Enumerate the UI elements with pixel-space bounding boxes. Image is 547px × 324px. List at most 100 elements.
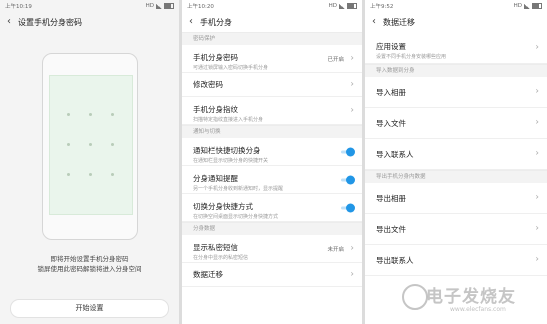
title-bar: ‹ 数据迁移 [365, 12, 547, 32]
hd-indicator: HD [145, 3, 154, 9]
row-export-album[interactable]: 导出相册 › [365, 183, 547, 214]
row-title: 导入文件 [376, 118, 406, 128]
row-title: 手机分身指纹 [193, 105, 238, 114]
hd-indicator: HD [328, 3, 337, 9]
watermark-logo [402, 284, 428, 310]
signal-icon [524, 3, 530, 9]
watermark-url: www.elecfans.com [450, 306, 506, 313]
row-private-sms[interactable]: 显示私密短信 在分身中显示的私密短信 未开启 › [182, 235, 362, 263]
status-icons: HD [514, 3, 542, 9]
chevron-right-icon: › [535, 42, 539, 52]
row-title: 导入联系人 [376, 149, 414, 159]
chevron-right-icon: › [535, 86, 539, 97]
row-import-files[interactable]: 导入文件 › [365, 108, 547, 139]
status-bar: 上午10:19 HD [0, 0, 179, 12]
chevron-right-icon: › [535, 148, 539, 159]
row-data-migration[interactable]: 数据迁移 › [182, 263, 362, 287]
row-subtitle: 可通过锁屏输入密码切换手机分身 [193, 65, 269, 71]
chevron-right-icon: › [535, 117, 539, 128]
pattern-dot [89, 173, 92, 176]
battery-icon [532, 3, 542, 9]
status-bar: 上午10:20 HD [182, 0, 362, 12]
row-title: 通知栏快捷切换分身 [193, 146, 261, 155]
page-title: 数据迁移 [383, 17, 415, 27]
row-import-contacts[interactable]: 导入联系人 › [365, 139, 547, 170]
battery-icon [164, 3, 174, 9]
row-title: 导出文件 [376, 224, 406, 234]
screen-data-migration: 上午9:52 HD ‹ 数据迁移 应用设置 设置不同手机分身安装哪些应用 › 导… [365, 0, 547, 324]
pattern-dot [67, 113, 70, 116]
status-time: 上午9:52 [370, 4, 394, 10]
section-header-import: 导入数据到分身 [365, 64, 547, 77]
pattern-dot [89, 113, 92, 116]
quick-switch-toggle[interactable] [339, 147, 355, 156]
screen-second-space: 上午10:20 HD ‹ 手机分身 密码保护 手机分身密码 可通过锁屏输入密码切… [182, 0, 362, 324]
row-subtitle: 在分身中显示的私密短信 [193, 255, 249, 261]
status-time: 上午10:19 [5, 4, 32, 10]
back-arrow-icon[interactable]: ‹ [189, 17, 193, 27]
signal-icon [156, 3, 162, 9]
row-second-space-fingerprint[interactable]: 手机分身指纹 扫描特定指纹直接进入手机分身 › [182, 97, 362, 125]
pattern-dot [111, 113, 114, 116]
row-notification-quick-switch[interactable]: 通知栏快捷切换分身 在通知栏显示切换分身的快捷开关 [182, 138, 362, 166]
row-app-settings[interactable]: 应用设置 设置不同手机分身安装哪些应用 › [365, 32, 547, 64]
row-title: 导入相册 [376, 87, 406, 97]
chevron-right-icon: › [350, 243, 354, 253]
pattern-dot [67, 173, 70, 176]
row-subtitle: 另一个手机分身收到新通知时，显示提醒 [193, 186, 284, 192]
back-arrow-icon[interactable]: ‹ [372, 17, 376, 27]
page-title: 手机分身 [200, 17, 232, 27]
prompt-line-2: 锁屏使用此密码解锁将进入分身空间 [37, 265, 142, 273]
phone-illustration [42, 53, 138, 240]
section-header-export: 导出手机分身内数据 [365, 170, 547, 183]
status-time: 上午10:20 [187, 4, 214, 10]
row-change-password[interactable]: 修改密码 › [182, 73, 362, 97]
chevron-right-icon: › [350, 79, 354, 89]
chevron-right-icon: › [535, 192, 539, 203]
chevron-right-icon: › [535, 254, 539, 265]
status-value: 未开启 [327, 246, 344, 253]
section-header-data: 分身数据 [182, 222, 362, 235]
status-icons: HD [329, 3, 357, 9]
pattern-grid [49, 75, 133, 215]
row-export-files[interactable]: 导出文件 › [365, 214, 547, 245]
chevron-right-icon: › [350, 53, 354, 63]
status-value: 已开启 [327, 56, 344, 63]
row-title: 修改密码 [193, 80, 223, 89]
row-subtitle: 在通知栏显示切换分身的快捷开关 [193, 158, 269, 164]
row-subtitle: 在切换空间桌面显示切换分身快捷方式 [193, 214, 279, 220]
title-bar: ‹ 手机分身 [182, 12, 362, 32]
chevron-right-icon: › [350, 269, 354, 279]
row-title: 数据迁移 [193, 270, 223, 279]
signal-icon [339, 3, 345, 9]
status-bar: 上午9:52 HD [365, 0, 547, 12]
switch-shortcut-toggle[interactable] [339, 203, 355, 212]
status-icons: HD [146, 3, 174, 9]
notification-alert-toggle[interactable] [339, 175, 355, 184]
row-export-contacts[interactable]: 导出联系人 › [365, 245, 547, 276]
section-header-notify: 通知与切换 [182, 125, 362, 138]
chevron-right-icon: › [350, 105, 354, 115]
screens: 上午10:19 HD ‹ 设置手机分身密码 即将开始设置手机分身密码 锁屏使用此… [0, 0, 547, 324]
back-arrow-icon[interactable]: ‹ [7, 17, 11, 27]
hd-indicator: HD [513, 3, 522, 9]
row-title: 应用设置 [376, 42, 406, 51]
pattern-dot [111, 143, 114, 146]
start-setup-button[interactable]: 开始设置 [10, 299, 169, 318]
prompt-line-1: 即将开始设置手机分身密码 [50, 255, 129, 263]
battery-icon [347, 3, 357, 9]
pattern-dot [89, 143, 92, 146]
row-notification-alert[interactable]: 分身通知提醒 另一个手机分身收到新通知时，显示提醒 [182, 166, 362, 194]
setup-prompt: 即将开始设置手机分身密码 锁屏使用此密码解锁将进入分身空间 [0, 254, 179, 274]
page-title: 设置手机分身密码 [18, 17, 82, 27]
row-switch-shortcut[interactable]: 切换分身快捷方式 在切换空间桌面显示切换分身快捷方式 [182, 194, 362, 222]
row-title: 导出联系人 [376, 255, 414, 265]
row-second-space-password[interactable]: 手机分身密码 可通过锁屏输入密码切换手机分身 已开启 › [182, 45, 362, 73]
watermark-text: 电子发烧友 [426, 287, 516, 307]
row-title: 切换分身快捷方式 [193, 202, 253, 211]
row-title: 分身通知提醒 [193, 174, 238, 183]
pattern-dot [67, 143, 70, 146]
row-import-album[interactable]: 导入相册 › [365, 77, 547, 108]
row-subtitle: 设置不同手机分身安装哪些应用 [376, 54, 447, 60]
title-bar: ‹ 设置手机分身密码 [0, 12, 179, 32]
